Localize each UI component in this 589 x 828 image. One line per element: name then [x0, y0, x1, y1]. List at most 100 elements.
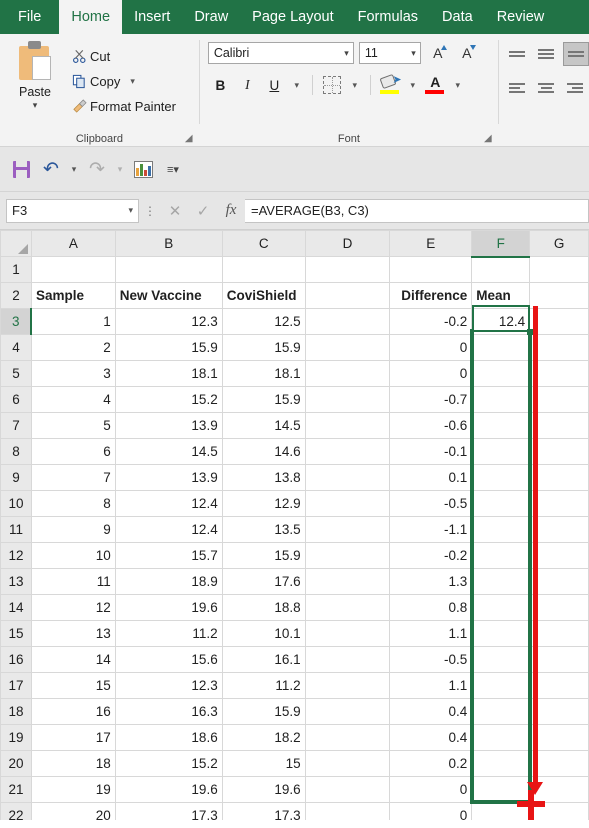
cell-G21[interactable] [529, 776, 589, 803]
undo-button[interactable]: ↶ [38, 156, 64, 182]
row-header-17[interactable]: 17 [0, 672, 32, 699]
cell-A4[interactable]: 2 [30, 334, 116, 361]
cell-A5[interactable]: 3 [30, 360, 116, 387]
cell-E1[interactable] [389, 256, 473, 283]
cell-F12[interactable] [471, 542, 531, 569]
cell-D8[interactable] [304, 438, 391, 465]
undo-dropdown-icon[interactable]: ▾ [68, 164, 80, 175]
cell-D5[interactable] [304, 360, 391, 387]
row-header-15[interactable]: 15 [0, 620, 32, 647]
insert-function-button[interactable]: fx [217, 198, 245, 224]
increase-font-size-button[interactable]: A [426, 42, 450, 64]
cell-B18[interactable]: 16.3 [114, 698, 223, 725]
cell-D1[interactable] [304, 256, 391, 283]
row-header-3[interactable]: 3 [0, 308, 33, 335]
tab-review[interactable]: Review [485, 0, 557, 34]
cell-B17[interactable]: 12.3 [114, 672, 223, 699]
cell-C7[interactable]: 14.5 [221, 412, 306, 439]
row-header-4[interactable]: 4 [0, 334, 32, 361]
column-header-g[interactable]: G [529, 230, 589, 257]
redo-dropdown-icon[interactable]: ▾ [114, 164, 126, 175]
paste-button[interactable]: Paste ▾ [8, 40, 62, 110]
row-header-14[interactable]: 14 [0, 594, 32, 621]
tab-draw[interactable]: Draw [182, 0, 240, 34]
cell-F4[interactable] [471, 334, 531, 361]
row-header-21[interactable]: 21 [0, 776, 32, 803]
cell-A14[interactable]: 12 [30, 594, 116, 621]
cell-D6[interactable] [304, 386, 391, 413]
row-header-16[interactable]: 16 [0, 646, 32, 673]
cell-A17[interactable]: 15 [30, 672, 116, 699]
cell-G15[interactable] [529, 620, 589, 647]
cell-F20[interactable] [471, 750, 531, 777]
cancel-formula-button[interactable]: ✕ [161, 198, 189, 224]
cell-D21[interactable] [304, 776, 391, 803]
cell-A19[interactable]: 17 [30, 724, 116, 751]
cell-G10[interactable] [529, 490, 589, 517]
cell-F1[interactable] [471, 256, 531, 283]
cell-C11[interactable]: 13.5 [221, 516, 306, 543]
cell-A11[interactable]: 9 [30, 516, 116, 543]
row-header-22[interactable]: 22 [0, 802, 32, 820]
cell-G20[interactable] [529, 750, 589, 777]
cell-F11[interactable] [471, 516, 531, 543]
row-header-12[interactable]: 12 [0, 542, 32, 569]
cell-B4[interactable]: 15.9 [114, 334, 223, 361]
cell-A6[interactable]: 4 [30, 386, 116, 413]
cell-F3[interactable]: 12.4 [471, 308, 531, 335]
cell-B19[interactable]: 18.6 [114, 724, 223, 751]
cell-E2[interactable]: Difference [389, 282, 473, 309]
cell-D18[interactable] [304, 698, 391, 725]
cell-G9[interactable] [529, 464, 589, 491]
chevron-down-icon[interactable]: ▾ [405, 80, 421, 91]
column-header-e[interactable]: E [389, 230, 473, 257]
cell-G7[interactable] [529, 412, 589, 439]
cell-A8[interactable]: 6 [30, 438, 116, 465]
cell-G19[interactable] [529, 724, 589, 751]
cell-C19[interactable]: 18.2 [221, 724, 306, 751]
cell-B20[interactable]: 15.2 [114, 750, 223, 777]
formula-input[interactable]: =AVERAGE(B3, C3) [245, 198, 589, 223]
customize-qat-button[interactable]: ≡▾ [160, 156, 186, 182]
redo-button[interactable]: ↷ [84, 156, 110, 182]
cell-B6[interactable]: 15.2 [114, 386, 223, 413]
name-box[interactable]: F3 ▾ [6, 198, 139, 223]
chevron-down-icon[interactable]: ▾ [289, 80, 305, 91]
cell-A10[interactable]: 8 [30, 490, 116, 517]
cell-C1[interactable] [221, 256, 306, 283]
row-header-18[interactable]: 18 [0, 698, 32, 725]
tab-insert[interactable]: Insert [122, 0, 182, 34]
cell-B8[interactable]: 14.5 [114, 438, 223, 465]
cell-C4[interactable]: 15.9 [221, 334, 306, 361]
cell-G2[interactable] [529, 282, 589, 309]
cell-F21[interactable] [471, 776, 531, 803]
save-button[interactable] [8, 156, 34, 182]
cell-G3[interactable] [529, 308, 589, 335]
cell-G17[interactable] [529, 672, 589, 699]
bold-button[interactable]: B [208, 73, 233, 97]
row-header-1[interactable]: 1 [0, 256, 32, 283]
cell-F8[interactable] [471, 438, 531, 465]
cell-E16[interactable]: -0.5 [389, 646, 473, 673]
formula-bar-grip[interactable]: ⋮ [139, 204, 161, 218]
row-header-2[interactable]: 2 [0, 282, 32, 309]
cell-D7[interactable] [304, 412, 391, 439]
copy-button[interactable]: Copy ▾ [68, 69, 176, 94]
cell-F13[interactable] [471, 568, 531, 595]
chevron-down-icon[interactable]: ▾ [130, 76, 135, 87]
cell-B7[interactable]: 13.9 [114, 412, 223, 439]
cell-G11[interactable] [529, 516, 589, 543]
cell-E13[interactable]: 1.3 [389, 568, 473, 595]
cell-C6[interactable]: 15.9 [221, 386, 306, 413]
cell-A7[interactable]: 5 [30, 412, 116, 439]
cell-F16[interactable] [471, 646, 531, 673]
cell-D19[interactable] [304, 724, 391, 751]
cell-C12[interactable]: 15.9 [221, 542, 306, 569]
cell-D3[interactable] [304, 308, 391, 335]
cell-E7[interactable]: -0.6 [389, 412, 473, 439]
underline-button[interactable]: U [262, 73, 287, 97]
column-header-a[interactable]: A [30, 230, 116, 257]
cell-C15[interactable]: 10.1 [221, 620, 306, 647]
row-header-5[interactable]: 5 [0, 360, 32, 387]
cell-B11[interactable]: 12.4 [114, 516, 223, 543]
